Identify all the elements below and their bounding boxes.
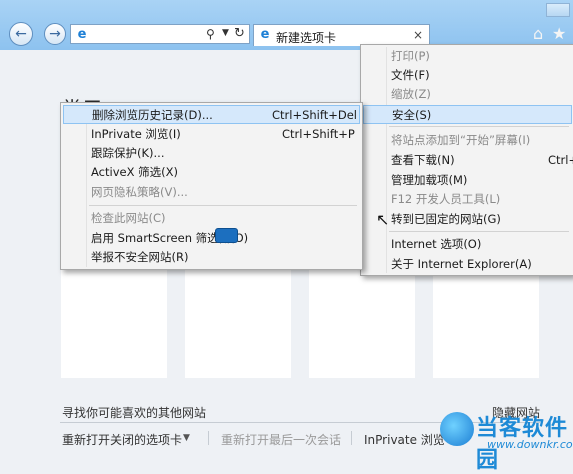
menu-item-shortcut: Ctrl+Shift+Del [272, 108, 357, 122]
menu-item-print[interactable]: 打印(P) [363, 47, 572, 66]
menu-item-label: 安全(S) [392, 108, 432, 122]
chevron-down-icon[interactable]: ▼ [183, 433, 190, 443]
menu-item-add-to-start[interactable]: 将站点添加到“开始”屏幕(I) [363, 131, 572, 150]
menu-separator [389, 126, 569, 127]
window-controls[interactable] [546, 3, 570, 17]
menu-item-report-unsafe[interactable]: 举报不安全网站(R) [63, 248, 360, 267]
tools-menu: 打印(P) 文件(F) 缩放(Z) 安全(S) 将站点添加到“开始”屏幕(I) … [360, 44, 573, 276]
menu-item-check-website[interactable]: 检查此网站(C) [63, 209, 360, 228]
forward-arrow-icon: → [49, 26, 61, 42]
menu-item-label: 查看下载(N) [391, 153, 455, 167]
star-icon[interactable]: ★ [552, 24, 566, 43]
ie-logo-icon: e [260, 27, 270, 42]
browser-chrome: ← → e ⚲ ▼ ↻ e 新建选项卡 × ⌂ ★ [0, 0, 573, 50]
divider [351, 431, 352, 445]
menu-separator [389, 231, 569, 232]
site-tile[interactable] [185, 255, 291, 378]
menu-item-shortcut: Ctrl+Shift+P [282, 127, 355, 141]
discover-sites-link[interactable]: 寻找你可能喜欢的其他网站 [62, 404, 206, 421]
inprivate-browsing-link[interactable]: InPrivate 浏览 [364, 431, 445, 448]
watermark-logo-icon [440, 412, 474, 446]
site-tile[interactable] [61, 255, 167, 378]
reopen-closed-tabs-link[interactable]: 重新打开关闭的选项卡 [62, 431, 182, 448]
divider [208, 431, 209, 445]
home-icon[interactable]: ⌂ [533, 24, 543, 43]
menu-item-f12-tools[interactable]: F12 开发人员工具(L) [363, 190, 572, 209]
menu-item-inprivate[interactable]: InPrivate 浏览(I) Ctrl+Shift+P [63, 125, 360, 144]
back-arrow-icon: ← [15, 26, 27, 42]
menu-item-label: 缩放(Z) [391, 87, 431, 101]
menu-item-label: 将站点添加到“开始”屏幕(I) [391, 133, 531, 147]
menu-item-shortcut: Ctrl+ [548, 153, 573, 167]
menu-item-privacy-policy[interactable]: 网页隐私策略(V)... [63, 183, 360, 202]
menu-item-pinned-sites[interactable]: 转到已固定的网站(G) [363, 210, 572, 229]
menu-item-view-downloads[interactable]: 查看下载(N) Ctrl+ [363, 151, 573, 170]
menu-item-label: InPrivate 浏览(I) [91, 127, 181, 141]
menu-item-internet-options[interactable]: Internet 选项(O) [363, 235, 572, 254]
menu-item-label: 检查此网站(C) [91, 211, 166, 225]
menu-item-label: F12 开发人员工具(L) [391, 192, 501, 206]
safety-submenu: 删除浏览历史记录(D)... Ctrl+Shift+Del InPrivate … [60, 102, 363, 270]
search-icon[interactable]: ⚲ [206, 27, 215, 41]
menu-item-safety[interactable]: 安全(S) [363, 105, 572, 124]
tab-new[interactable]: e 新建选项卡 × [253, 24, 430, 46]
menu-item-label: 文件(F) [391, 68, 430, 82]
menu-item-label: 删除浏览历史记录(D)... [92, 108, 213, 122]
filter-badge-icon [215, 228, 238, 243]
menu-separator [89, 205, 357, 206]
menu-item-label: 转到已固定的网站(G) [391, 212, 501, 226]
menu-item-smartscreen[interactable]: 启用 SmartScreen 筛选器(O) [63, 229, 360, 248]
menu-item-label: ActiveX 筛选(X) [91, 165, 178, 179]
menu-item-label: 举报不安全网站(R) [91, 250, 189, 264]
menu-item-zoom[interactable]: 缩放(Z) [363, 85, 572, 104]
refresh-icon[interactable]: ↻ [234, 26, 245, 41]
menu-item-tracking-protection[interactable]: 跟踪保护(K)... [63, 144, 360, 163]
menu-item-label: 管理加载项(M) [391, 173, 468, 187]
menu-item-label: Internet 选项(O) [391, 237, 482, 251]
mouse-cursor-icon: ↖ [376, 210, 390, 229]
menu-item-label: 打印(P) [391, 49, 430, 63]
chevron-down-icon[interactable]: ▼ [222, 28, 229, 38]
back-button[interactable]: ← [9, 22, 33, 46]
menu-item-manage-addons[interactable]: 管理加载项(M) [363, 171, 572, 190]
address-bar[interactable]: e ⚲ ▼ ↻ [70, 24, 250, 44]
menu-item-label: 跟踪保护(K)... [91, 146, 165, 160]
menu-item-label: 网页隐私策略(V)... [91, 185, 188, 199]
tab-title: 新建选项卡 [276, 31, 337, 45]
forward-button[interactable]: → [44, 23, 66, 45]
menu-item-activex-filtering[interactable]: ActiveX 筛选(X) [63, 163, 360, 182]
watermark-url: www.downkr.com [487, 438, 573, 451]
ie-logo-icon: e [77, 27, 87, 42]
reopen-last-session-link: 重新打开最后一次会话 [221, 433, 342, 447]
menu-item-delete-history[interactable]: 删除浏览历史记录(D)... Ctrl+Shift+Del [63, 105, 360, 124]
menu-item-about-ie[interactable]: 关于 Internet Explorer(A) [363, 255, 572, 274]
menu-item-file[interactable]: 文件(F) [363, 66, 572, 85]
menu-item-label: 关于 Internet Explorer(A) [391, 257, 532, 271]
close-icon[interactable]: × [413, 28, 423, 42]
